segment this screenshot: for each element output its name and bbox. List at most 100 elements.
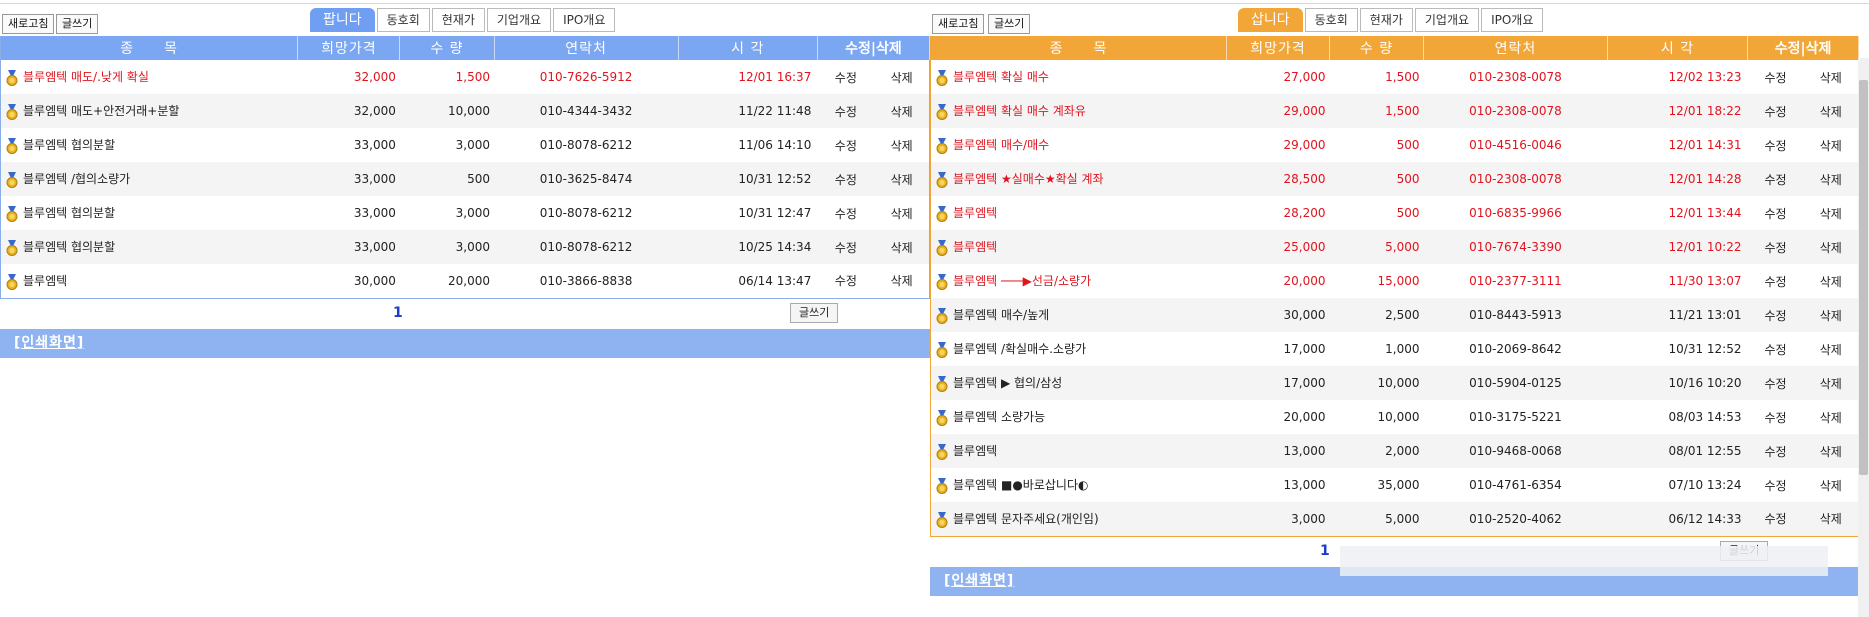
row-title[interactable]: 블루엠텍 협의분할 (23, 206, 115, 220)
tab-ipo-overview[interactable]: IPO개요 (1481, 8, 1544, 32)
row-item-cell[interactable]: 블루엠텍 ★실매수★확실 계좌 (930, 162, 1227, 196)
buy-write-button[interactable]: 글쓰기 (988, 14, 1031, 34)
tab-company-overview[interactable]: 기업개요 (1414, 8, 1480, 32)
delete-button[interactable]: 삭제 (874, 162, 930, 196)
delete-button[interactable]: 삭제 (874, 264, 930, 298)
row-item-cell[interactable]: 블루엠텍 문자주세요(개인임) (930, 502, 1227, 536)
row-item-cell[interactable]: 블루엠텍 소량가능 (930, 400, 1227, 434)
row-title[interactable]: 블루엠텍 (23, 274, 67, 288)
edit-button[interactable]: 수정 (1747, 60, 1804, 94)
scrollbar[interactable] (1858, 58, 1869, 617)
row-title[interactable]: 블루엠텍 확실 매수 계좌유 (953, 104, 1086, 118)
edit-button[interactable]: 수정 (1747, 366, 1804, 400)
edit-button[interactable]: 수정 (1747, 400, 1804, 434)
row-title[interactable]: 블루엠텍 (953, 206, 997, 220)
row-title[interactable]: 블루엠텍 확실 매수 (953, 70, 1049, 84)
buy-refresh-button[interactable]: 새로고침 (932, 14, 985, 34)
edit-button[interactable]: 수정 (1747, 264, 1804, 298)
buy-page-link[interactable]: 1 (1320, 543, 1330, 559)
row-item-cell[interactable]: 블루엠텍 매수/매수 (930, 128, 1227, 162)
row-item-cell[interactable]: 블루엠텍 매도+안전거래+분할 (0, 94, 298, 128)
row-item-cell[interactable]: 블루엠텍 매도/.낮게 확실 (0, 60, 298, 94)
delete-button[interactable]: 삭제 (1803, 502, 1859, 536)
edit-button[interactable]: 수정 (1747, 162, 1804, 196)
sell-print-link[interactable]: [인쇄화면] (14, 335, 84, 351)
row-item-cell[interactable]: 블루엠텍 (0, 264, 298, 298)
edit-button[interactable]: 수정 (817, 162, 875, 196)
delete-button[interactable]: 삭제 (1803, 468, 1859, 502)
sell-write-bottom-button[interactable]: 글쓰기 (790, 302, 839, 323)
row-item-cell[interactable]: 블루엠텍 확실 매수 계좌유 (930, 94, 1227, 128)
row-item-cell[interactable]: 블루엠텍 ▶ 협의/삼성 (930, 366, 1227, 400)
tab-current-price[interactable]: 현재가 (431, 8, 485, 32)
row-title[interactable]: 블루엠텍 매도+안전거래+분할 (23, 104, 179, 118)
delete-button[interactable]: 삭제 (1803, 366, 1859, 400)
row-item-cell[interactable]: 블루엠텍 협의분할 (0, 196, 298, 230)
sell-refresh-button[interactable]: 새로고침 (2, 14, 55, 34)
tab-club[interactable]: 동호회 (1304, 8, 1358, 32)
edit-button[interactable]: 수정 (817, 60, 875, 94)
tab-current-price[interactable]: 현재가 (1359, 8, 1413, 32)
delete-button[interactable]: 삭제 (1803, 332, 1859, 366)
delete-button[interactable]: 삭제 (1803, 196, 1859, 230)
edit-button[interactable]: 수정 (1747, 502, 1804, 536)
delete-button[interactable]: 삭제 (874, 128, 930, 162)
edit-button[interactable]: 수정 (817, 128, 875, 162)
edit-button[interactable]: 수정 (1747, 332, 1804, 366)
row-item-cell[interactable]: 블루엠텍 확실 매수 (930, 60, 1227, 94)
row-title[interactable]: 블루엠텍 매수/매수 (953, 138, 1049, 152)
edit-button[interactable]: 수정 (1747, 434, 1804, 468)
tab-ipo-overview[interactable]: IPO개요 (553, 8, 616, 32)
edit-button[interactable]: 수정 (1747, 94, 1804, 128)
edit-button[interactable]: 수정 (817, 264, 875, 298)
row-title[interactable]: 블루엠텍 소량가능 (953, 410, 1045, 424)
delete-button[interactable]: 삭제 (1803, 298, 1859, 332)
delete-button[interactable]: 삭제 (1803, 162, 1859, 196)
row-title[interactable]: 블루엠텍 협의분할 (23, 138, 115, 152)
edit-button[interactable]: 수정 (817, 230, 875, 264)
tab-club[interactable]: 동호회 (376, 8, 430, 32)
delete-button[interactable]: 삭제 (1803, 230, 1859, 264)
row-title[interactable]: 블루엠텍 (953, 240, 997, 254)
tab-buy[interactable]: 삽니다 (1238, 8, 1303, 32)
delete-button[interactable]: 삭제 (874, 196, 930, 230)
delete-button[interactable]: 삭제 (1803, 400, 1859, 434)
delete-button[interactable]: 삭제 (1803, 434, 1859, 468)
edit-button[interactable]: 수정 (1747, 298, 1804, 332)
delete-button[interactable]: 삭제 (1803, 128, 1859, 162)
delete-button[interactable]: 삭제 (874, 60, 930, 94)
tab-sell[interactable]: 팝니다 (310, 8, 375, 32)
sell-write-button[interactable]: 글쓰기 (56, 14, 99, 34)
row-title[interactable]: 블루엠텍 문자주세요(개인임) (953, 512, 1099, 526)
row-title[interactable]: 블루엠텍 매도/.낮게 확실 (23, 70, 149, 84)
edit-button[interactable]: 수정 (817, 196, 875, 230)
row-title[interactable]: 블루엠텍 ▶ 협의/삼성 (953, 376, 1062, 390)
row-item-cell[interactable]: 블루엠텍 /협의소량가 (0, 162, 298, 196)
row-item-cell[interactable]: 블루엠텍 협의분할 (0, 230, 298, 264)
row-item-cell[interactable]: 블루엠텍 ───▶선금/소량가 (930, 264, 1227, 298)
edit-button[interactable]: 수정 (1747, 230, 1804, 264)
row-title[interactable]: 블루엠텍 (953, 444, 997, 458)
edit-button[interactable]: 수정 (1747, 128, 1804, 162)
row-item-cell[interactable]: 블루엠텍 (930, 196, 1227, 230)
delete-button[interactable]: 삭제 (874, 94, 930, 128)
delete-button[interactable]: 삭제 (1803, 264, 1859, 298)
delete-button[interactable]: 삭제 (874, 230, 930, 264)
row-title[interactable]: 블루엠텍 /협의소량가 (23, 172, 130, 186)
row-title[interactable]: 블루엠텍 ■●바로삽니다◐ (953, 478, 1088, 492)
sell-page-link[interactable]: 1 (393, 305, 403, 321)
row-item-cell[interactable]: 블루엠텍 협의분할 (0, 128, 298, 162)
row-item-cell[interactable]: 블루엠텍 (930, 434, 1227, 468)
tab-company-overview[interactable]: 기업개요 (486, 8, 552, 32)
edit-button[interactable]: 수정 (1747, 468, 1804, 502)
row-item-cell[interactable]: 블루엠텍 /확실매수.소량가 (930, 332, 1227, 366)
row-item-cell[interactable]: 블루엠텍 매수/높게 (930, 298, 1227, 332)
row-title[interactable]: 블루엠텍 ───▶선금/소량가 (953, 274, 1091, 288)
edit-button[interactable]: 수정 (1747, 196, 1804, 230)
row-item-cell[interactable]: 블루엠텍 (930, 230, 1227, 264)
delete-button[interactable]: 삭제 (1803, 60, 1859, 94)
scrollbar-thumb[interactable] (1859, 80, 1868, 475)
buy-print-link[interactable]: [인쇄화면] (944, 573, 1014, 589)
edit-button[interactable]: 수정 (817, 94, 875, 128)
row-title[interactable]: 블루엠텍 /확실매수.소량가 (953, 342, 1086, 356)
